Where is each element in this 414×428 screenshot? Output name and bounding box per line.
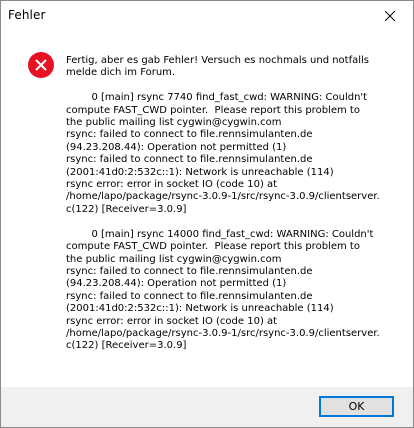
error-icon [28, 52, 54, 78]
close-button[interactable] [367, 1, 413, 31]
error-dialog: Fehler Fertig, aber es gab Fehler! Versu… [0, 0, 414, 428]
title-bar: Fehler [1, 1, 413, 31]
close-icon [385, 11, 395, 21]
error-message: Fertig, aber es gab Fehler! Versuch es n… [66, 55, 380, 352]
dialog-content: Fertig, aber es gab Fehler! Versuch es n… [1, 31, 413, 387]
ok-button[interactable]: OK [319, 396, 394, 417]
window-title: Fehler [8, 8, 46, 22]
button-bar: OK [1, 387, 413, 427]
